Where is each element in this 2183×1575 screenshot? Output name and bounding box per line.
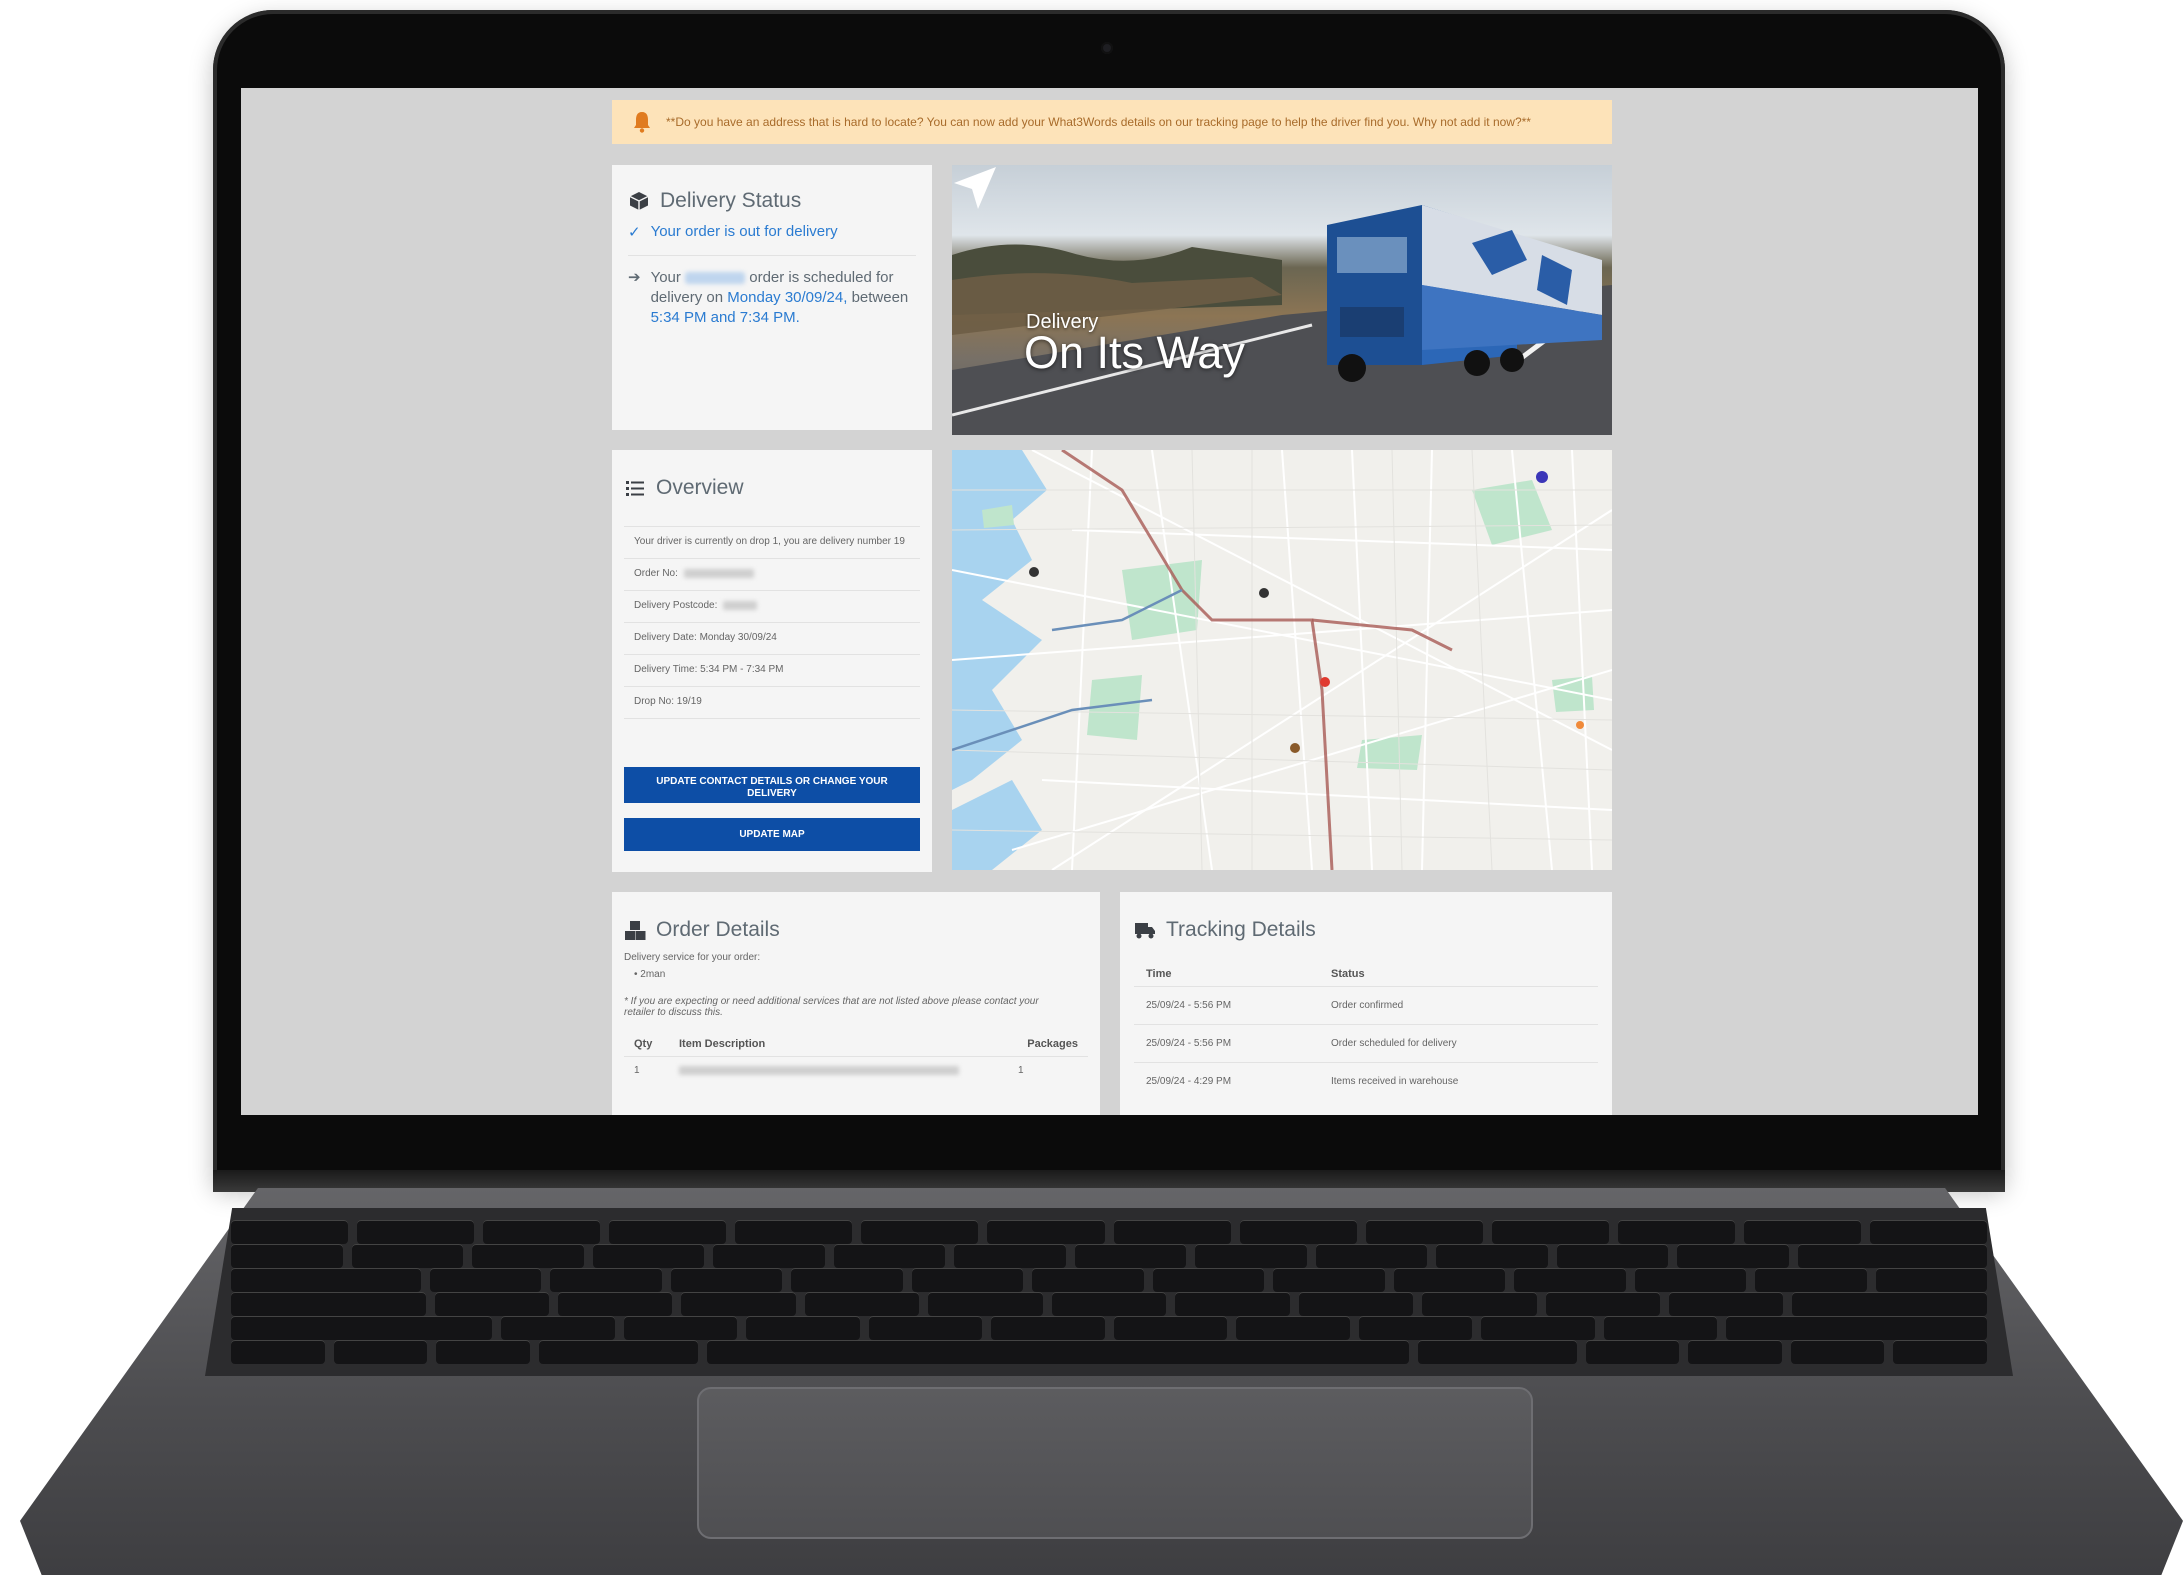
map-marker	[1576, 721, 1584, 729]
redacted-item-description	[679, 1065, 1018, 1076]
order-table-row: 1 1	[624, 1056, 1088, 1084]
status-message-row: ✓ Your order is out for delivery	[628, 223, 916, 241]
redacted-order-no	[683, 568, 754, 578]
overview-row-order-no: Order No:	[624, 558, 920, 590]
arrow-right-icon: ➔	[628, 269, 641, 286]
schedule-message-row: ➔ Your order is scheduled for delivery o…	[628, 268, 916, 328]
delivery-status-heading: Delivery Status	[628, 189, 916, 213]
divider	[628, 255, 916, 256]
delivery-map[interactable]	[952, 450, 1612, 870]
overview-row-drop: Drop No: 19/19	[624, 686, 920, 719]
tracking-details-card: Tracking Details Time Status 25/09/24 - …	[1120, 892, 1612, 1115]
overview-title: Overview	[656, 476, 744, 499]
map-marker	[1320, 677, 1330, 687]
tracking-row: 25/09/24 - 4:29 PM Items received in war…	[1134, 1062, 1598, 1100]
additional-services-note: * If you are expecting or need additiona…	[624, 996, 1039, 1018]
order-table-header: Qty Item Description Packages	[634, 1038, 1078, 1050]
list-icon	[626, 481, 644, 496]
box-icon	[629, 192, 649, 210]
tracking-details-heading: Tracking Details	[1134, 918, 1598, 942]
overview-heading: Overview	[624, 476, 920, 500]
alert-message: **Do you have an address that is hard to…	[666, 115, 1531, 129]
service-label: Delivery service for your order:	[624, 952, 761, 963]
tracking-row: 25/09/24 - 5:56 PM Order confirmed	[1134, 986, 1598, 1024]
order-details-heading: Order Details	[624, 918, 1088, 942]
boxes-icon	[625, 921, 646, 940]
map-marker	[1029, 567, 1039, 577]
webcam	[1101, 42, 1113, 54]
delivery-status-title: Delivery Status	[660, 189, 802, 212]
tracking-row: 25/09/24 - 5:56 PM Order scheduled for d…	[1134, 1024, 1598, 1062]
check-icon: ✓	[628, 224, 641, 241]
order-details-card: Order Details Delivery service for your …	[612, 892, 1100, 1115]
trackpad	[697, 1387, 1533, 1539]
navigation-arrow-icon	[954, 167, 996, 209]
keyboard	[205, 1208, 2013, 1376]
map-marker	[1290, 743, 1300, 753]
tracking-details-title: Tracking Details	[1166, 918, 1316, 941]
bell-icon	[634, 112, 650, 133]
schedule-message: Your order is scheduled for delivery on …	[650, 269, 909, 326]
order-details-title: Order Details	[656, 918, 780, 941]
truck-hero-image: Delivery On Its Way	[952, 165, 1612, 435]
overview-row-date: Delivery Date: Monday 30/09/24	[624, 622, 920, 654]
redacted-postcode	[723, 600, 758, 610]
truck-icon	[1135, 923, 1155, 939]
status-message: Your order is out for delivery	[650, 223, 838, 240]
address-alert-banner: **Do you have an address that is hard to…	[612, 100, 1612, 144]
map-canvas	[952, 450, 1612, 870]
map-marker	[1536, 471, 1548, 483]
redacted-retailer	[685, 272, 746, 285]
overview-list: Your driver is currently on drop 1, you …	[624, 526, 920, 719]
overview-row-driver: Your driver is currently on drop 1, you …	[624, 526, 920, 558]
map-marker	[1259, 588, 1269, 598]
overview-row-time: Delivery Time: 5:34 PM - 7:34 PM	[624, 654, 920, 686]
delivery-status-card: Delivery Status ✓ Your order is out for …	[612, 165, 932, 430]
truck-photo	[952, 205, 1612, 435]
update-map-button[interactable]: UPDATE MAP	[624, 818, 920, 851]
hero-caption-big: On Its Way	[1024, 327, 1245, 378]
laptop-screen: **Do you have an address that is hard to…	[241, 88, 1978, 1115]
overview-card: Overview Your driver is currently on dro…	[612, 450, 932, 872]
update-contact-button[interactable]: UPDATE CONTACT DETAILS OR CHANGE YOUR DE…	[624, 767, 920, 803]
service-item: • 2man	[634, 969, 666, 980]
tracking-table-header: Time Status	[1146, 968, 1365, 980]
overview-row-postcode: Delivery Postcode:	[624, 590, 920, 622]
